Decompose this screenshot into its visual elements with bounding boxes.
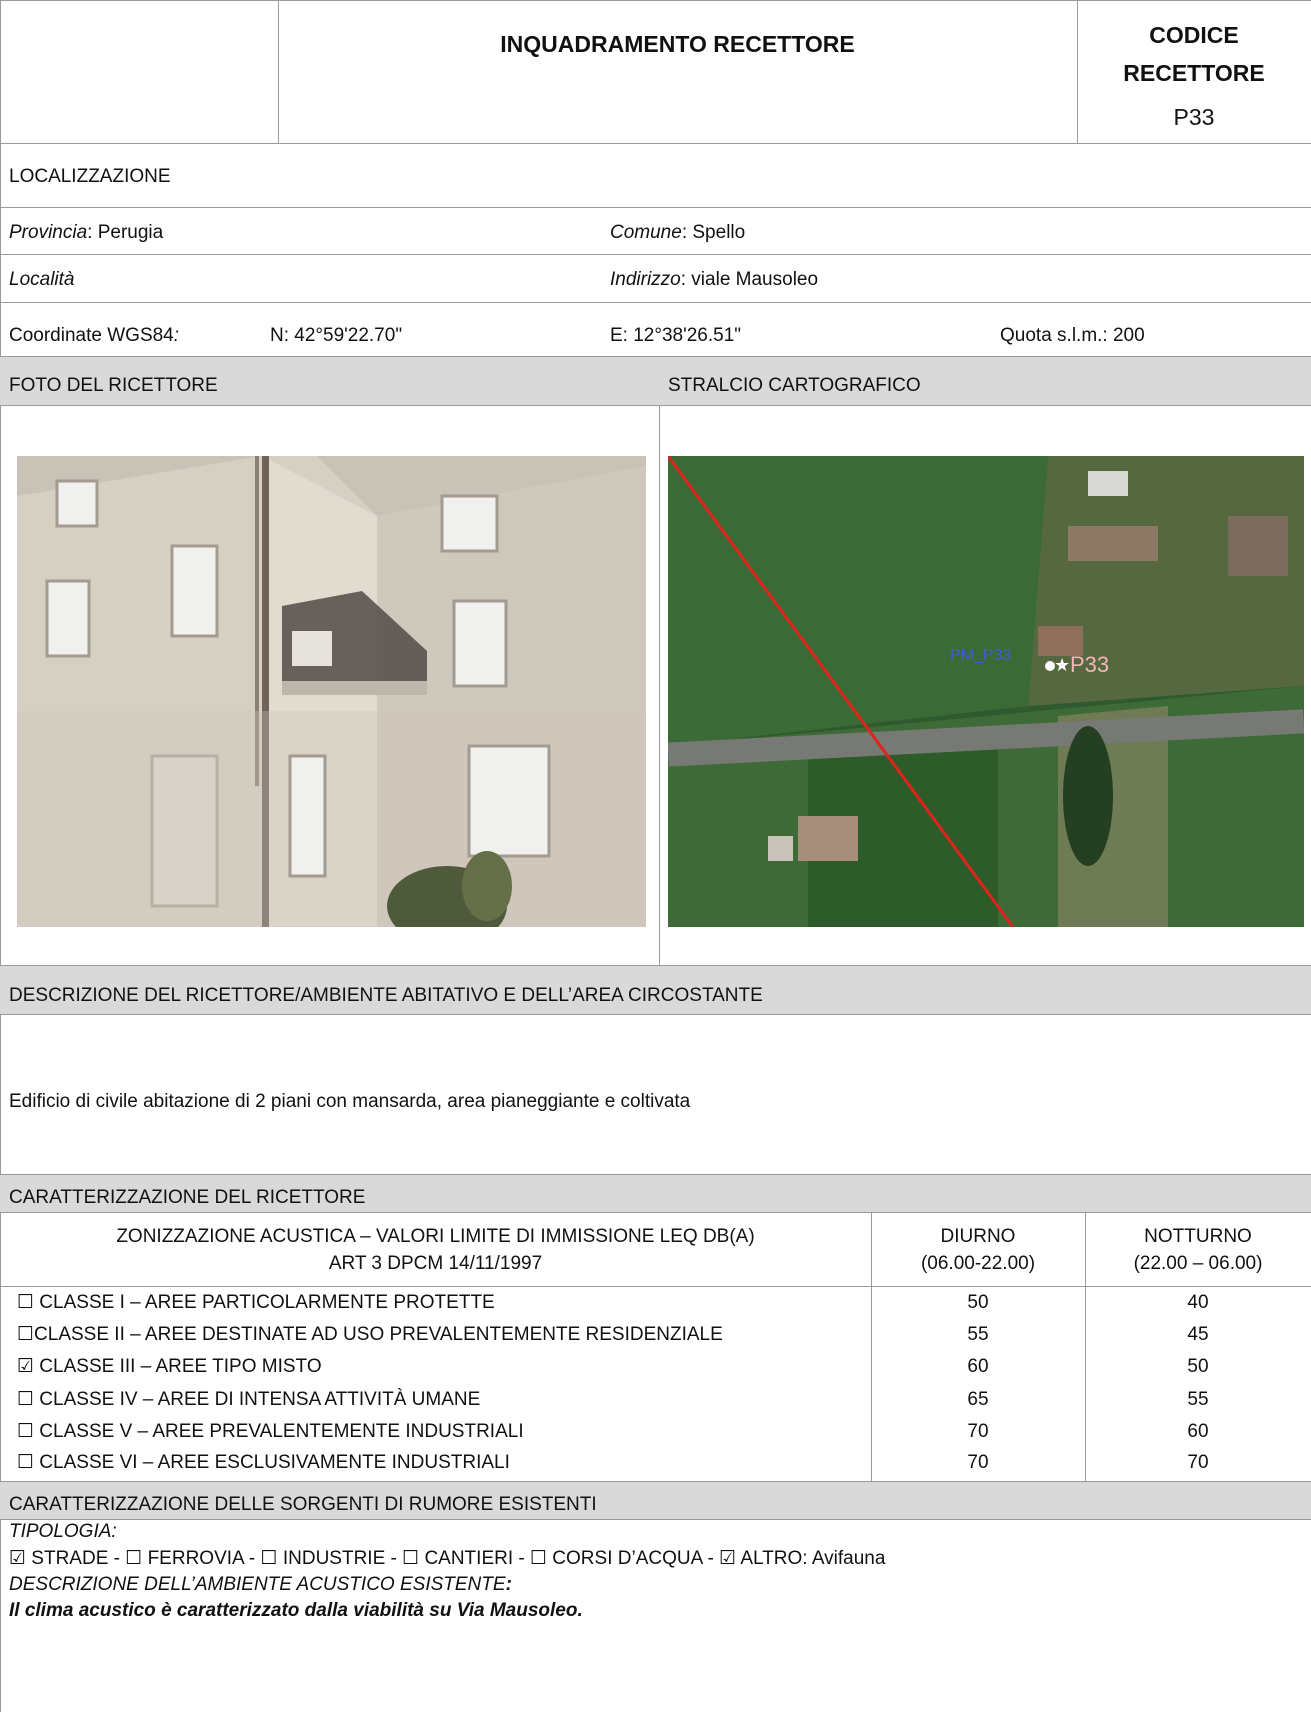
- class-row-day: 70: [967, 1452, 989, 1473]
- location-section-title: LOCALIZZAZIONE: [9, 166, 171, 187]
- north-coordinate: N: 42°59'22.70": [270, 325, 403, 346]
- sources-band-top: [0, 1481, 1311, 1482]
- ambiente-label-line: DESCRIZIONE DELL’AMBIENTE ACUSTICO ESIST…: [9, 1574, 512, 1596]
- receptor-photo-svg: [17, 456, 646, 946]
- comune-value: : Spello: [681, 222, 746, 243]
- document-title: INQUADRAMENTO RECETTORE: [500, 31, 855, 57]
- coord-label: Coordinate WGS84: [9, 325, 174, 346]
- characterization-band-bottom: [0, 1212, 1311, 1213]
- description-section-title: DESCRIZIONE DEL RICETTORE/AMBIENTE ABITA…: [9, 985, 763, 1006]
- class-row-label: ☐ CLASSE V – AREE PREVALENTEMENTE INDUST…: [17, 1421, 524, 1442]
- class-row-night: 55: [1187, 1389, 1209, 1410]
- class-row-label: ☐ CLASSE IV – AREE DI INTENSA ATTIVITÀ U…: [17, 1389, 481, 1410]
- code-value: P33: [1173, 104, 1215, 130]
- night-column-header-line1: NOTTURNO: [1144, 1226, 1252, 1247]
- map-section-title: STRALCIO CARTOGRAFICO: [668, 375, 921, 396]
- provincia-value: : Perugia: [87, 222, 164, 243]
- table-header-bottom: [0, 1286, 1311, 1287]
- indirizzo-label: Indirizzo: [610, 269, 681, 290]
- description-band-top: [0, 965, 1311, 966]
- media-band-top: [0, 356, 1311, 357]
- class-row-night: 50: [1187, 1356, 1209, 1377]
- class-row-label: ☑ CLASSE III – AREE TIPO MISTO: [17, 1356, 322, 1377]
- location-map: ★ PM_P33 P33: [666, 455, 1305, 928]
- class-row-day: 50: [967, 1292, 989, 1313]
- class-row-day: 60: [967, 1356, 989, 1377]
- map-label-p: P33: [1070, 652, 1109, 677]
- provincia-label: Provincia: [9, 222, 88, 243]
- left-border: [0, 0, 1, 1712]
- tipologia-label: TIPOLOGIA:: [9, 1521, 117, 1542]
- characterization-section-title: CARATTERIZZAZIONE DEL RICETTORE: [9, 1187, 366, 1208]
- class-row-day: 55: [967, 1324, 989, 1345]
- location-line-3: [0, 302, 1311, 303]
- zonization-header-line1: ZONIZZAZIONE ACUSTICA – VALORI LIMITE DI…: [116, 1226, 755, 1247]
- class-row-label: ☐ CLASSE I – AREE PARTICOLARMENTE PROTET…: [17, 1292, 495, 1313]
- code-label-line1: CODICE: [1149, 22, 1239, 48]
- day-column-header-line2: (06.00-22.00): [920, 1253, 1036, 1274]
- zonization-header-line2: ART 3 DPCM 14/11/1997: [328, 1253, 543, 1274]
- class-row-night: 60: [1187, 1421, 1209, 1442]
- svg-text:★: ★: [1054, 655, 1070, 675]
- coord-colon: :: [173, 325, 180, 346]
- day-column-header-line1: DIURNO: [940, 1226, 1016, 1247]
- ambiente-text: Il clima acustico è caratterizzato dalla…: [9, 1600, 583, 1621]
- coordinates-label: Coordinate WGS84:: [9, 325, 179, 347]
- comune-field: Comune: Spello: [610, 222, 745, 244]
- localita-label: Località: [9, 269, 75, 290]
- class-row-label: ☐CLASSE II – AREE DESTINATE AD USO PREVA…: [17, 1324, 723, 1345]
- map-label-pm: PM_P33: [950, 647, 1011, 664]
- receptor-photo: [17, 456, 646, 946]
- provincia-field: Provincia: Perugia: [9, 222, 163, 244]
- sources-section-title: CARATTERIZZAZIONE DELLE SORGENTI DI RUMO…: [9, 1494, 597, 1515]
- characterization-band-top: [0, 1174, 1311, 1175]
- indirizzo-value: : viale Mausoleo: [680, 269, 819, 290]
- photo-section-title: FOTO DEL RICETTORE: [9, 375, 218, 396]
- class-row-day: 65: [967, 1389, 989, 1410]
- class-row-night: 40: [1187, 1292, 1209, 1313]
- media-band-bottom: [0, 405, 1311, 406]
- class-row-day: 70: [967, 1421, 989, 1442]
- comune-label: Comune: [610, 222, 682, 243]
- location-map-svg: ★ PM_P33 P33: [666, 455, 1305, 928]
- media-divider: [659, 405, 660, 965]
- east-coordinate: E: 12°38'26.51": [610, 325, 742, 346]
- night-column-header-line2: (22.00 – 06.00): [1133, 1253, 1263, 1274]
- class-row-night: 45: [1187, 1324, 1209, 1345]
- top-border: [0, 0, 1311, 1]
- sources-band-bottom: [0, 1519, 1311, 1520]
- class-row-label: ☐ CLASSE VI – AREE ESCLUSIVAMENTE INDUST…: [17, 1452, 510, 1473]
- ambiente-colon: :: [505, 1574, 512, 1595]
- description-text: Edificio di civile abitazione di 2 piani…: [9, 1091, 691, 1112]
- ambiente-label: DESCRIZIONE DELL’AMBIENTE ACUSTICO ESIST…: [9, 1574, 506, 1595]
- header-divider-1: [278, 0, 279, 143]
- location-line-2: [0, 254, 1311, 255]
- header-bottom-line: [0, 143, 1311, 144]
- quota-value: Quota s.l.m.: 200: [1000, 325, 1145, 346]
- class-row-night: 70: [1187, 1452, 1209, 1473]
- indirizzo-field: Indirizzo: viale Mausoleo: [610, 269, 818, 291]
- location-line-1: [0, 207, 1311, 208]
- code-label-line2: RECETTORE: [1123, 60, 1265, 86]
- tipologia-list: ☑ STRADE - ☐ FERROVIA - ☐ INDUSTRIE - ☐ …: [9, 1548, 886, 1569]
- description-band-bottom: [0, 1014, 1311, 1015]
